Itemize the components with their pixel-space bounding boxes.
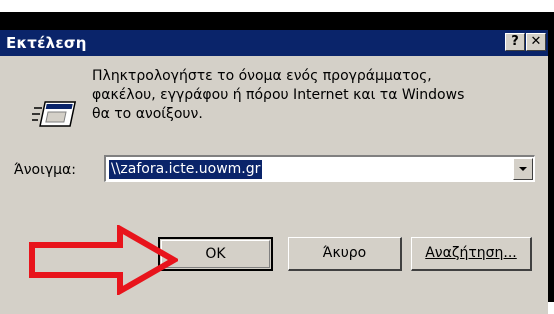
open-label: Άνοιγμα:: [14, 162, 76, 178]
close-button[interactable]: ✕: [526, 33, 546, 51]
help-icon: ?: [511, 34, 519, 49]
description-line: φακέλου, εγγράφου ή πόρου Internet και τ…: [92, 87, 465, 103]
red-arrow-annotation: [29, 225, 178, 295]
browse-button-label: Αναζήτηση...: [425, 245, 517, 261]
description-text: Πληκτρολογήστε το όνομα ενός προγράμματο…: [92, 67, 532, 124]
help-button[interactable]: ?: [505, 33, 525, 51]
close-icon: ✕: [530, 34, 542, 49]
description-line: Πληκτρολογήστε το όνομα ενός προγράμματο…: [92, 68, 432, 84]
ok-button-label: OK: [205, 246, 226, 262]
title-bar[interactable]: Εκτέλεση ? ✕: [0, 30, 548, 56]
description-line: θα το ανοίξουν.: [92, 106, 203, 122]
open-combobox[interactable]: \\zafora.icte.uowm.gr: [104, 155, 535, 182]
cancel-button[interactable]: Άκυρο: [288, 237, 402, 271]
dropdown-arrow-icon[interactable]: [513, 158, 533, 180]
run-program-icon: [32, 101, 77, 127]
cancel-button-label: Άκυρο: [322, 245, 367, 261]
open-input-value[interactable]: \\zafora.icte.uowm.gr: [109, 160, 263, 179]
window-title: Εκτέλεση: [6, 34, 87, 52]
browse-button[interactable]: Αναζήτηση...: [411, 237, 532, 271]
